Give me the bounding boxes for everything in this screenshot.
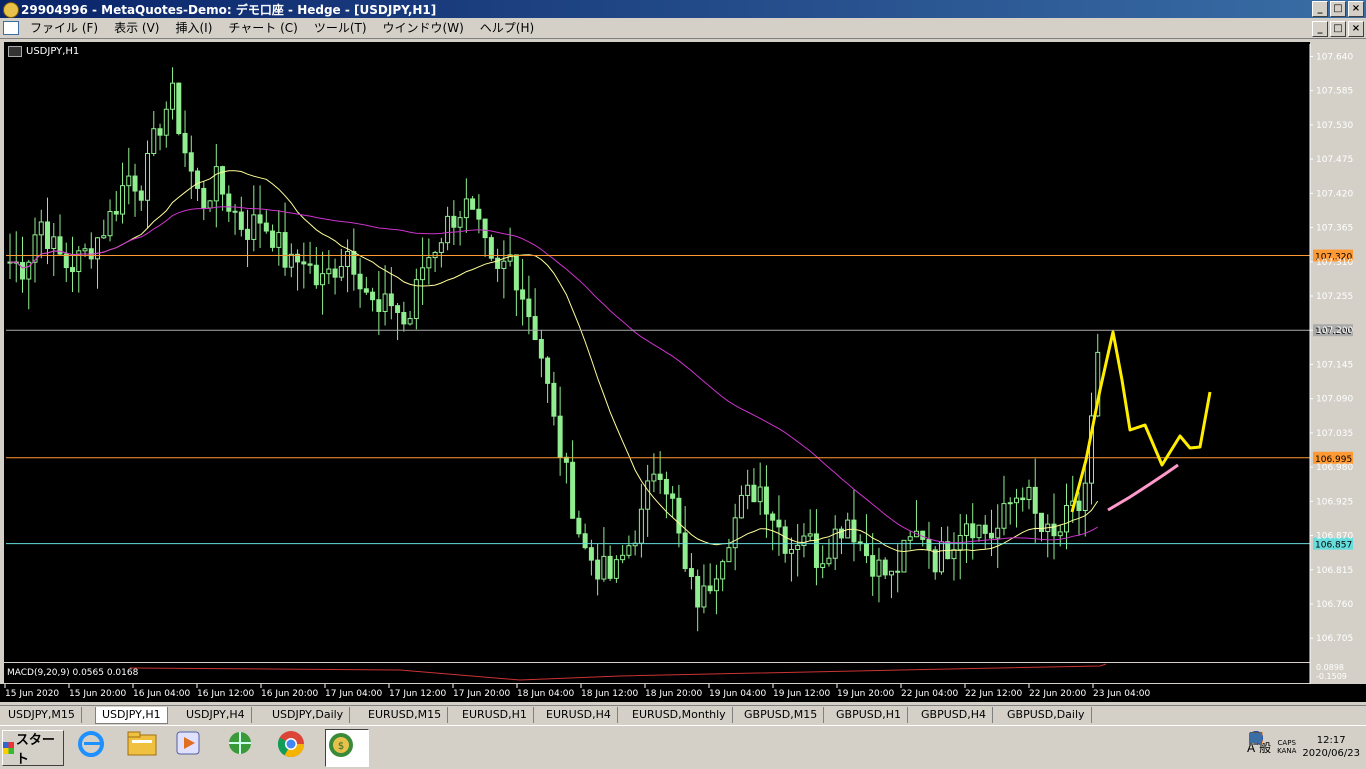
system-tray: A 般 ? CAPS KANA 12:17 2020/06/23 [1247, 729, 1366, 765]
time-label: 22 Jun 04:00 [901, 689, 958, 699]
caps-label: CAPS [1277, 739, 1296, 747]
svg-text:$: $ [338, 741, 344, 752]
chart-tab[interactable]: GBPUSD,H4 [915, 707, 993, 723]
time-label: 16 Jun 20:00 [261, 689, 318, 699]
price-tick-label: 107.475 [1316, 155, 1353, 165]
chart-tab[interactable]: USDJPY,Daily [266, 707, 351, 723]
price-tick-label: 107.640 [1316, 52, 1353, 62]
caps-kana-indicator: CAPS KANA [1277, 739, 1296, 755]
ie-icon[interactable] [76, 729, 118, 765]
chart-tab[interactable]: GBPUSD,Daily [1001, 707, 1092, 723]
chart-tab[interactable]: USDJPY,H4 [180, 707, 252, 723]
price-tick-label: 106.980 [1316, 463, 1353, 473]
chart-tab[interactable]: EURUSD,H4 [540, 707, 618, 723]
clock[interactable]: 12:17 2020/06/23 [1302, 734, 1360, 760]
show-desktop-icon[interactable] [1247, 729, 1263, 747]
price-tick-label: 106.705 [1316, 634, 1353, 644]
time-label: 22 Jun 12:00 [965, 689, 1022, 699]
chart-tab[interactable]: EURUSD,H1 [456, 707, 534, 723]
price-tick-label: 107.255 [1316, 292, 1353, 302]
price-tick-label: 107.310 [1316, 258, 1353, 268]
start-label: スタート [15, 733, 55, 767]
time-label: 15 Jun 20:00 [69, 689, 126, 699]
time-label: 19 Jun 20:00 [837, 689, 894, 699]
time-label: 17 Jun 12:00 [389, 689, 446, 699]
clock-time: 12:17 [1316, 735, 1346, 746]
time-label: 16 Jun 04:00 [133, 689, 190, 699]
time-label: 19 Jun 04:00 [709, 689, 766, 699]
price-tick-label: 107.090 [1316, 395, 1353, 405]
price-tick-label: 107.420 [1316, 189, 1353, 199]
metatrader-icon[interactable]: $ [325, 729, 369, 767]
price-tick-label: 106.870 [1316, 532, 1353, 542]
chart-tab[interactable]: EURUSD,M15 [362, 707, 449, 723]
chart-tab[interactable]: USDJPY,M15 [2, 707, 82, 723]
chrome-icon[interactable] [276, 729, 318, 765]
price-tick-label: 106.925 [1316, 497, 1353, 507]
windows-flag-icon [3, 742, 14, 754]
price-tag-label: 106.857 [1315, 541, 1352, 551]
clock-date: 2020/06/23 [1302, 748, 1360, 759]
taskbar: スタート $ A 般 ? CAPS KANA 12:17 2020/06/23 [0, 725, 1366, 769]
chart-tab[interactable]: GBPUSD,M15 [738, 707, 825, 723]
chart-tab[interactable]: EURUSD,Monthly [626, 707, 733, 723]
macd-signal-line [129, 663, 1107, 681]
start-button[interactable]: スタート [2, 730, 64, 767]
macd-tick-label: 0.0898 [1316, 663, 1344, 672]
price-tick-label: 107.035 [1316, 429, 1353, 439]
time-label: 18 Jun 20:00 [645, 689, 702, 699]
time-label: 18 Jun 04:00 [517, 689, 574, 699]
time-label: 19 Jun 12:00 [773, 689, 830, 699]
time-label: 17 Jun 20:00 [453, 689, 510, 699]
price-tick-label: 107.585 [1316, 87, 1353, 97]
chart-tab[interactable]: GBPUSD,H1 [830, 707, 908, 723]
time-label: 17 Jun 04:00 [325, 689, 382, 699]
price-tick-label: 107.530 [1316, 121, 1353, 131]
network-icon[interactable] [226, 729, 268, 765]
time-label: 22 Jun 20:00 [1029, 689, 1086, 699]
kana-label: KANA [1277, 747, 1297, 755]
time-label: 23 Jun 04:00 [1093, 689, 1150, 699]
explorer-icon[interactable] [126, 729, 168, 765]
time-label: 18 Jun 12:00 [581, 689, 638, 699]
axis-overlay: 107.320107.200106.995106.857107.640107.5… [4, 44, 1353, 699]
chart-tab[interactable]: USDJPY,H1 [95, 707, 168, 724]
time-label: 16 Jun 12:00 [197, 689, 254, 699]
time-label: 15 Jun 2020 [5, 689, 59, 699]
chart-tabs: USDJPY,M15 USDJPY,H1 USDJPY,H4 USDJPY,Daily… [0, 705, 1366, 724]
media-icon[interactable] [174, 729, 216, 765]
price-tick-label: 106.760 [1316, 600, 1353, 610]
price-tick-label: 107.365 [1316, 224, 1353, 234]
macd-tick-label: -0.1509 [1316, 672, 1347, 681]
price-tick-label: 106.815 [1316, 566, 1353, 576]
price-tick-label: 107.200 [1316, 326, 1353, 336]
price-tick-label: 107.145 [1316, 360, 1353, 370]
